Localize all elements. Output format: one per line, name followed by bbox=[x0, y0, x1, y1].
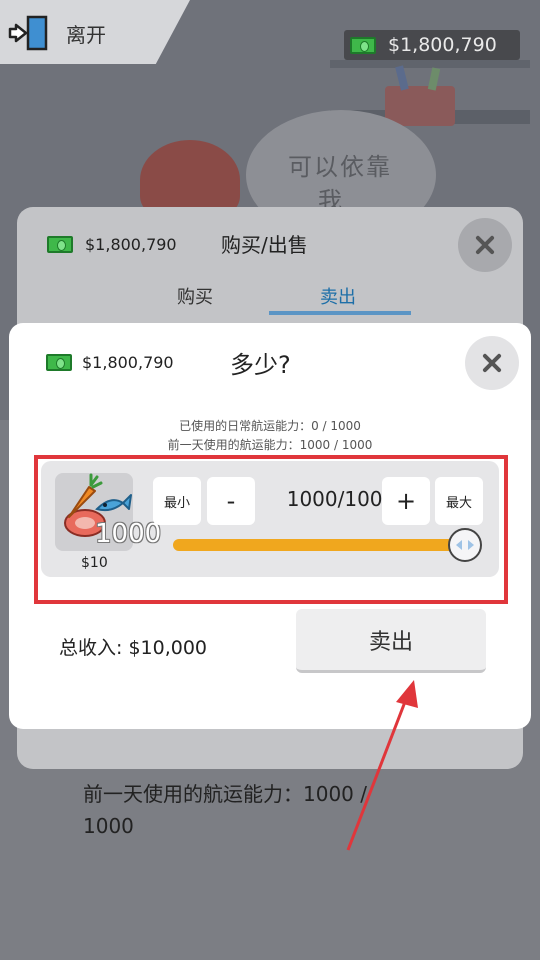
close-icon bbox=[474, 234, 496, 256]
capacity-used-today: 已使用的日常航运能力：0 / 1000 bbox=[179, 419, 361, 433]
sell-button[interactable]: 卖出 bbox=[296, 609, 486, 673]
slider-handle[interactable] bbox=[448, 528, 482, 562]
leave-button[interactable]: 离开 bbox=[8, 14, 106, 52]
money-amount: $1,800,790 bbox=[82, 353, 174, 372]
leave-label: 离开 bbox=[66, 22, 106, 47]
item-price: $10 bbox=[81, 555, 108, 571]
close-button[interactable] bbox=[458, 218, 512, 272]
dialog-money-display: $1,800,790 bbox=[46, 353, 174, 372]
money-amount: $1,800,790 bbox=[85, 235, 177, 254]
pen-cup bbox=[385, 86, 455, 126]
quantity-dialog: $1,800,790 多少? 已使用的日常航运能力：0 / 1000 前一天使用… bbox=[9, 323, 531, 729]
slider-fill bbox=[173, 539, 465, 551]
upper-shelf bbox=[330, 60, 530, 68]
dialog-title: 购买/出售 bbox=[221, 233, 308, 257]
money-amount: $1,800,790 bbox=[388, 34, 497, 56]
item-quantity-panel: 1000 $10 最小 - 1000/1000 + 最大 bbox=[41, 461, 499, 577]
decrease-button[interactable]: - bbox=[207, 477, 255, 525]
close-button[interactable] bbox=[465, 336, 519, 390]
dialog-title: 多少? bbox=[230, 351, 291, 379]
quantity-slider[interactable] bbox=[173, 528, 482, 562]
capacity-used-yesterday-text: 前一天使用的航运能力：1000 / 1000 bbox=[83, 782, 367, 838]
drag-arrows-icon bbox=[456, 540, 474, 550]
cash-icon bbox=[47, 236, 73, 253]
tab-buy[interactable]: 购买 bbox=[177, 283, 213, 309]
active-tab-indicator bbox=[269, 311, 411, 315]
max-button[interactable]: 最大 bbox=[435, 477, 483, 525]
close-icon bbox=[481, 352, 503, 374]
dialog-money-display: $1,800,790 bbox=[47, 235, 177, 254]
money-display: $1,800,790 bbox=[344, 30, 520, 60]
min-button[interactable]: 最小 bbox=[153, 477, 201, 525]
cash-icon bbox=[46, 354, 72, 371]
speech-bubble-line: 可以依靠 bbox=[288, 153, 392, 181]
total-income: 总收入: $10,000 bbox=[59, 637, 208, 659]
cash-icon bbox=[350, 36, 376, 54]
item-quantity: 1000 bbox=[95, 519, 162, 549]
exit-door-icon bbox=[8, 15, 48, 51]
capacity-used-yesterday: 前一天使用的航运能力：1000 / 1000 bbox=[167, 438, 373, 452]
tab-sell[interactable]: 卖出 bbox=[320, 283, 356, 309]
increase-button[interactable]: + bbox=[382, 477, 430, 525]
